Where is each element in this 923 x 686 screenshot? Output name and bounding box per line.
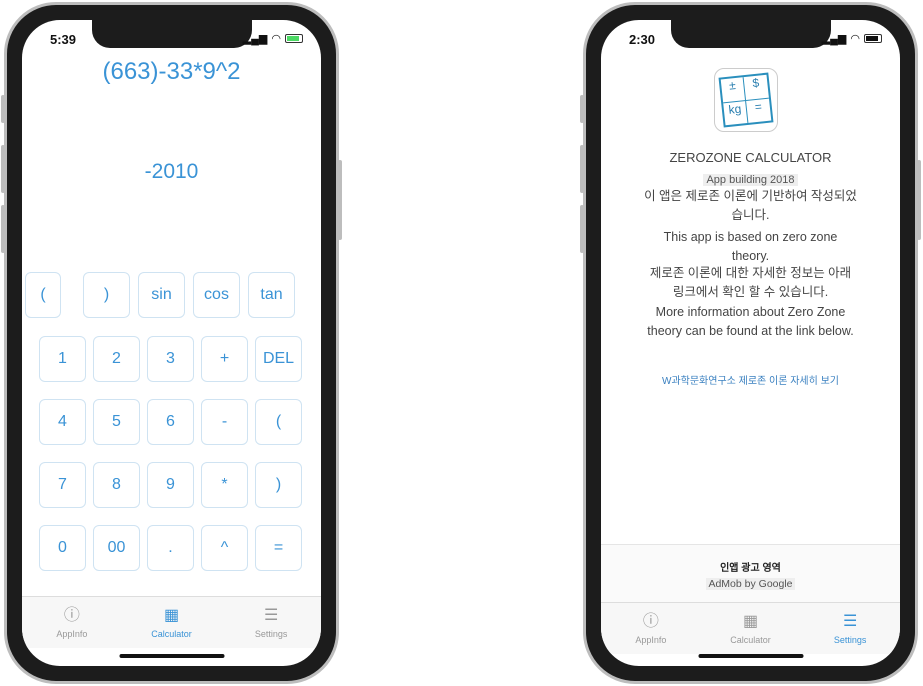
tab-label: Calculator (730, 634, 771, 645)
logo-cell: ± (720, 77, 747, 103)
expression-display: (663)-33*9^2 (102, 58, 241, 85)
app-building-badge: App building 2018 (703, 174, 798, 186)
description-ko: 이 앱은 제로존 이론에 기반하여 작성되었습니다. (644, 189, 857, 222)
appinfo-screen: 2:30 ▂▄▆ ◠ ± $ kg = ZEROZONE CALCULATOR A… (601, 20, 900, 666)
side-button (580, 145, 584, 193)
info-icon: ⓘ (63, 606, 80, 624)
key-button[interactable]: 1 (39, 336, 86, 382)
signal-icon: ▂▄▆ (821, 33, 847, 45)
key-button[interactable]: 00 (93, 525, 140, 571)
key-button[interactable]: 2 (93, 336, 140, 382)
sliders-icon: ☰ (264, 606, 279, 624)
logo-cell: = (753, 98, 763, 114)
tab-settings[interactable]: ☰ Settings (221, 597, 321, 648)
key-button[interactable]: ) (255, 462, 302, 508)
tab-label: Settings (254, 628, 288, 639)
home-indicator (698, 654, 803, 658)
key-button[interactable]: . (147, 525, 194, 571)
notch (91, 20, 252, 48)
key-button[interactable]: ( (25, 272, 61, 318)
key-button[interactable]: tan (248, 272, 295, 318)
key-button[interactable]: - (201, 399, 248, 445)
tab-bar: ⓘ AppInfo ▦ Calculator ☰ Settings (601, 602, 900, 654)
side-button (1, 145, 5, 193)
key-button[interactable]: 3 (147, 336, 194, 382)
key-button[interactable]: 8 (93, 462, 140, 508)
side-button (1, 205, 5, 253)
calculator-icon: ▦ (163, 606, 180, 624)
theory-link[interactable]: W과학문화연구소 제로존 이론 자세히 보기 (601, 372, 900, 387)
notch (670, 20, 831, 48)
key-button[interactable]: 0 (39, 525, 86, 571)
wifi-icon: ◠ (850, 33, 860, 45)
status-time: 5:39 (50, 32, 77, 47)
key-button[interactable]: 5 (93, 399, 140, 445)
sliders-icon: ☰ (843, 612, 858, 630)
wifi-icon: ◠ (271, 33, 281, 45)
key-button[interactable]: 6 (147, 399, 194, 445)
key-button[interactable]: DEL (255, 336, 302, 382)
logo-cell: kg (723, 100, 749, 126)
tab-bar: ⓘ AppInfo ▦ Calculator ☰ Settings (22, 596, 321, 648)
tab-label: AppInfo (635, 634, 667, 645)
phone-calculator: 5:39 ▂▄▆ ◠ (663)-33*9^2 -2010 () sin cos tan… (1, 2, 342, 684)
side-button (580, 95, 584, 123)
key-button[interactable]: cos (193, 272, 240, 318)
key-button[interactable]: ( (255, 399, 302, 445)
logo-cell: $ (743, 74, 769, 101)
side-button (1, 95, 5, 123)
tab-calculator[interactable]: ▦ Calculator (701, 603, 801, 654)
key-button[interactable]: + (201, 336, 248, 382)
tab-calculator[interactable]: ▦ Calculator (122, 597, 222, 648)
ad-title: 인앱 광고 영역 (720, 563, 781, 574)
status-icons: ▂▄▆ ◠ (243, 32, 303, 45)
app-title: ZEROZONE CALCULATOR (669, 150, 832, 165)
key-button[interactable]: ^ (201, 525, 248, 571)
more-info-en: More information about Zero Zone theory … (647, 305, 854, 338)
home-indicator (119, 654, 224, 658)
tab-label: AppInfo (56, 628, 88, 639)
tab-appinfo[interactable]: ⓘ AppInfo (601, 603, 701, 654)
side-button (917, 160, 921, 240)
tab-label: Calculator (151, 628, 192, 639)
phone-appinfo: 2:30 ▂▄▆ ◠ ± $ kg = ZEROZONE CALCULATOR A… (580, 2, 921, 684)
more-info-ko: 제로존 이론에 대한 자세한 정보는 아래 링크에서 확인 할 수 있습니다. (649, 266, 852, 299)
calculator-screen: 5:39 ▂▄▆ ◠ (663)-33*9^2 -2010 () sin cos tan… (22, 20, 321, 666)
side-button (580, 205, 584, 253)
result-display: -2010 (144, 160, 199, 183)
ad-subtitle: AdMob by Google (706, 578, 795, 590)
key-button[interactable]: 4 (39, 399, 86, 445)
app-logo: ± $ kg = (714, 68, 778, 132)
status-time: 2:30 (629, 32, 656, 47)
calculator-icon: ▦ (742, 612, 759, 630)
key-button[interactable]: 9 (147, 462, 194, 508)
key-button[interactable]: * (201, 462, 248, 508)
key-button[interactable]: sin (138, 272, 185, 318)
tab-appinfo[interactable]: ⓘ AppInfo (22, 597, 122, 648)
ad-banner[interactable]: 인앱 광고 영역 AdMob by Google (601, 544, 900, 602)
key-button[interactable]: 7 (39, 462, 86, 508)
key-button[interactable]: ) (83, 272, 130, 318)
description-en: This app is based on zero zone theory. (663, 230, 838, 263)
side-button (338, 160, 342, 240)
status-icons: ▂▄▆ ◠ (822, 32, 882, 45)
tab-label: Settings (833, 634, 867, 645)
key-button[interactable]: = (255, 525, 302, 571)
info-icon: ⓘ (642, 612, 659, 630)
battery-icon (285, 34, 303, 43)
signal-icon: ▂▄▆ (242, 33, 268, 45)
tab-settings[interactable]: ☰ Settings (800, 603, 900, 654)
badge-wrap: App building 2018 (601, 170, 900, 188)
battery-icon (864, 34, 882, 43)
